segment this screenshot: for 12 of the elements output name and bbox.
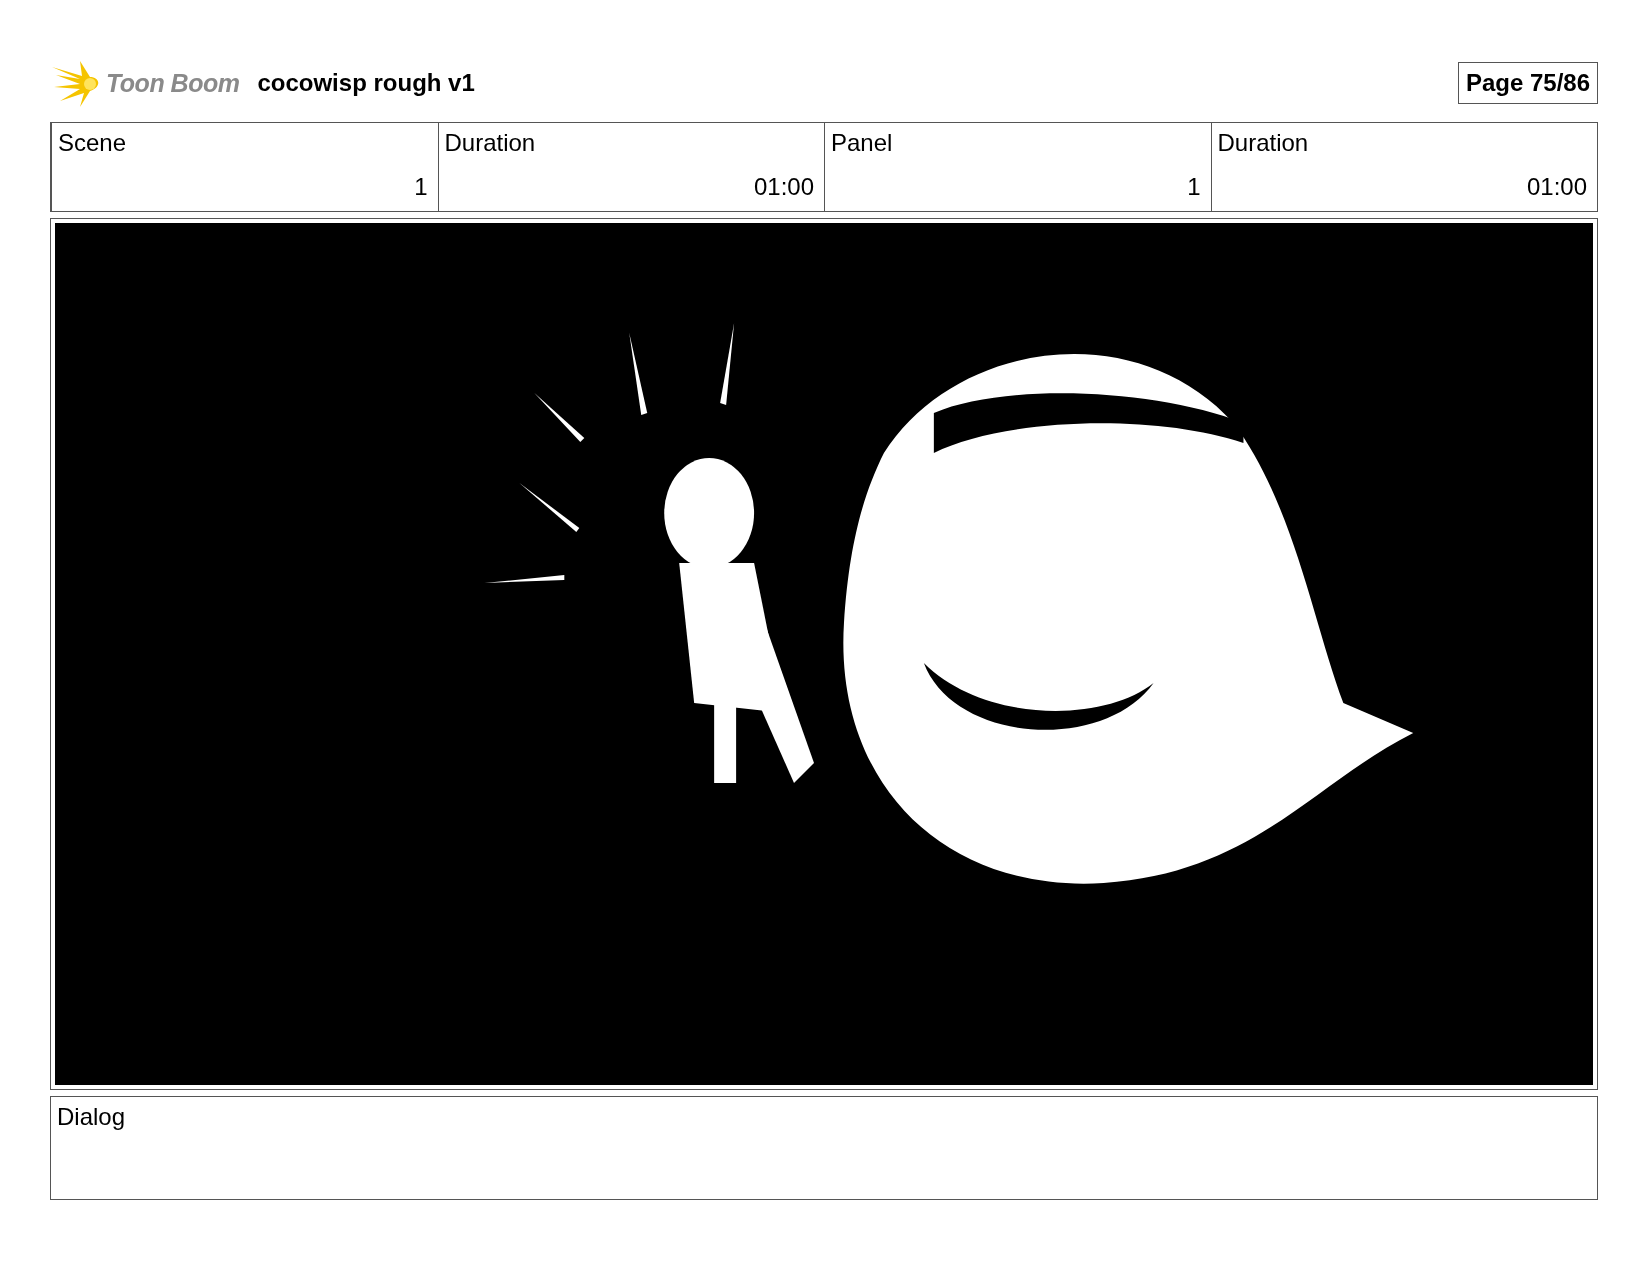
table-cell: 1 — [414, 173, 428, 201]
document-title: cocowisp rough v1 — [257, 69, 475, 97]
logo-text: Toon Boom — [106, 68, 240, 98]
dialog-label: Dialog — [57, 1103, 126, 1130]
column-header: Scene — [58, 129, 128, 157]
table-cell: 01:00 — [1526, 173, 1587, 201]
table-cell: 01:00 — [753, 173, 814, 201]
column-header: Duration — [444, 129, 537, 157]
page-number: Page 75/86 — [1457, 62, 1598, 104]
column-header: Panel — [831, 129, 894, 157]
column-header: Duration — [1217, 129, 1310, 157]
table-cell: 1 — [1187, 173, 1201, 201]
